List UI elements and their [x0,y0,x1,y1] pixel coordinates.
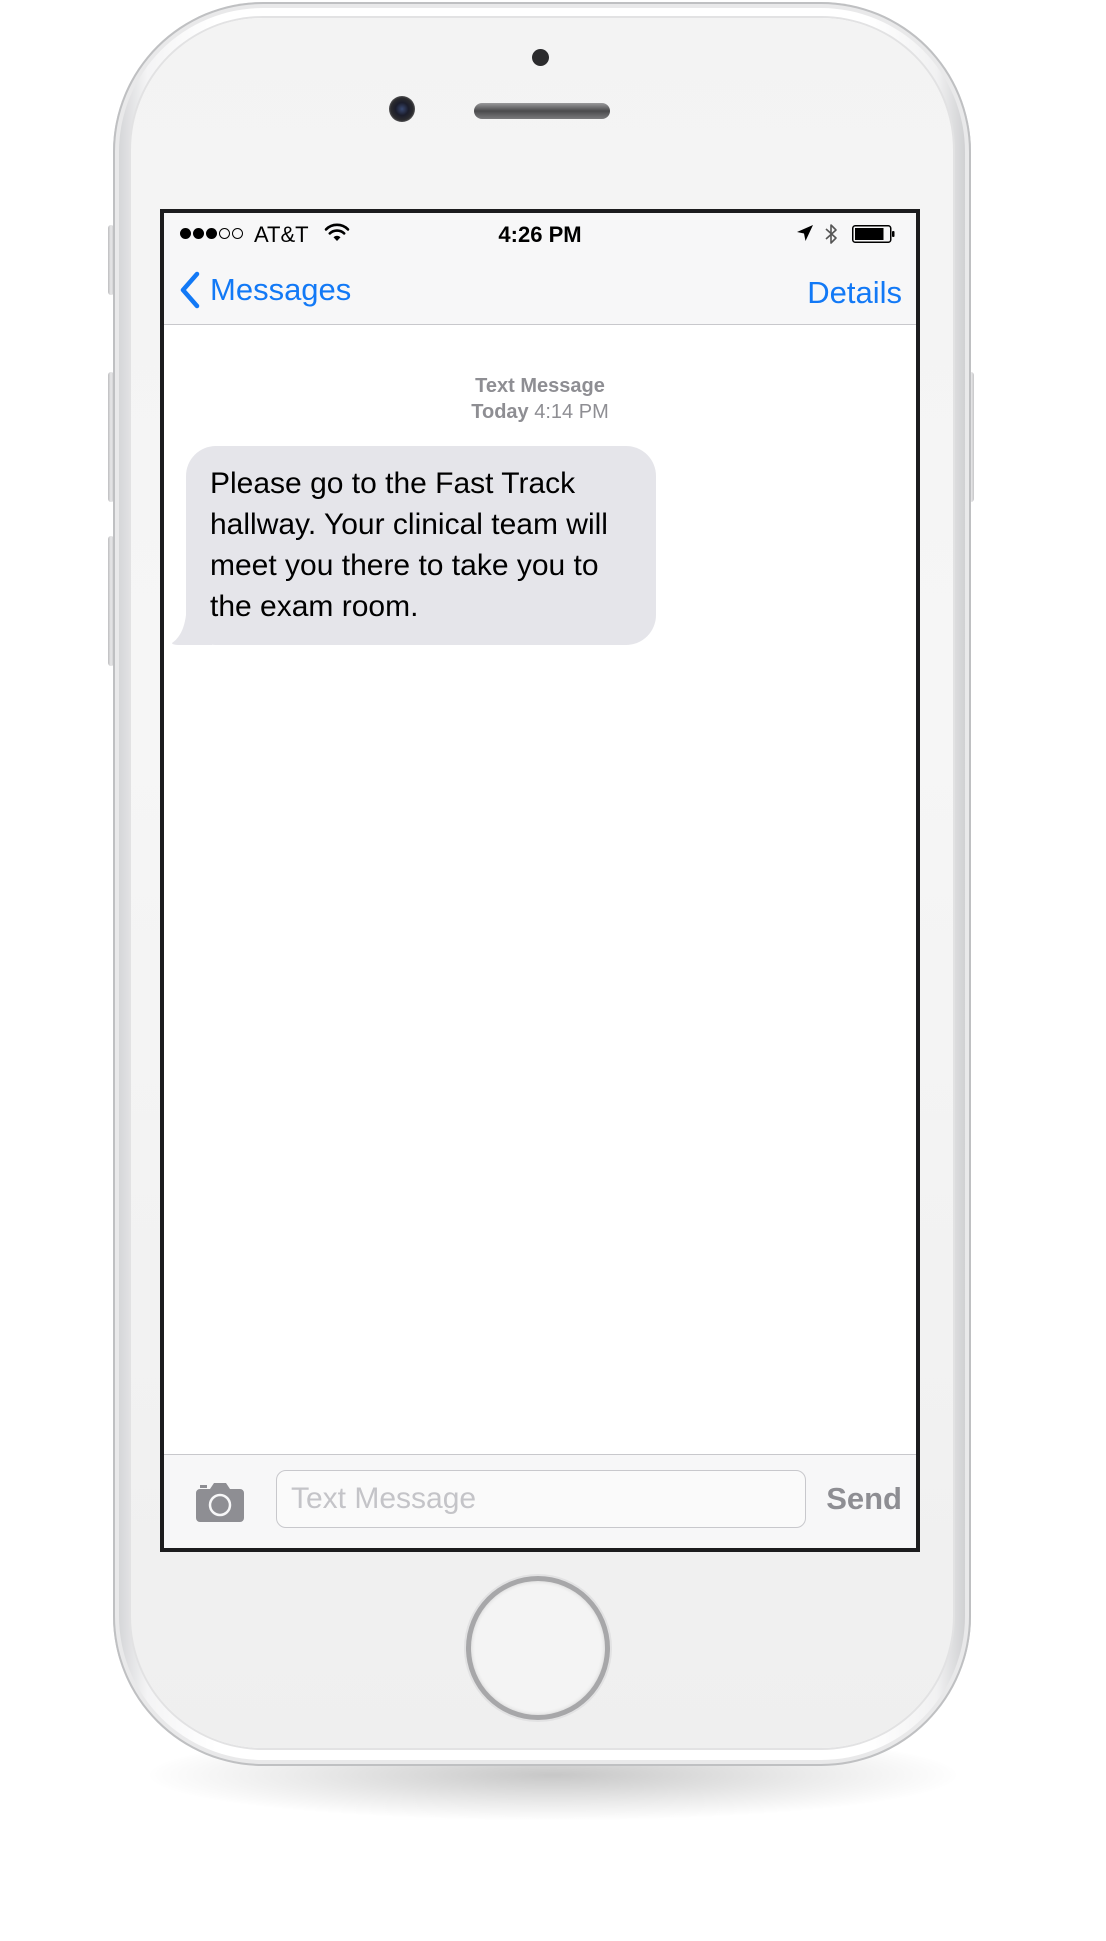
message-day: Today [471,401,529,423]
back-button-label: Messages [210,272,352,307]
send-button[interactable]: Send [826,1481,902,1517]
camera-icon[interactable] [194,1481,246,1523]
earpiece-speaker [474,103,610,119]
home-button[interactable] [471,1581,605,1715]
message-type-label: Text Message [475,375,605,397]
battery-icon [852,225,895,243]
front-camera [389,96,415,122]
message-date-line: Today 4:14 PM [164,399,916,425]
chevron-left-icon [180,271,200,309]
phone-screen: AT&T 4:26 PM Messages Details Text Messa… [160,209,920,1552]
incoming-message-bubble[interactable]: Please go to the Fast Track hallway. You… [186,446,656,645]
back-button[interactable]: Messages [178,271,351,309]
message-composer: Send [164,1454,916,1548]
location-arrow-icon [797,225,813,241]
bluetooth-icon [825,224,837,244]
message-bubble-container: Please go to the Fast Track hallway. You… [172,446,656,645]
proximity-sensor [532,49,549,66]
navigation-bar: Messages Details [164,253,916,325]
message-text-input[interactable] [276,1470,806,1528]
status-bar: AT&T 4:26 PM [164,213,916,253]
message-timestamp: Text Message Today 4:14 PM [164,373,916,425]
details-button[interactable]: Details [807,275,902,311]
message-time: 4:14 PM [534,401,609,423]
page: AT&T 4:26 PM Messages Details Text Messa… [0,0,1106,1941]
